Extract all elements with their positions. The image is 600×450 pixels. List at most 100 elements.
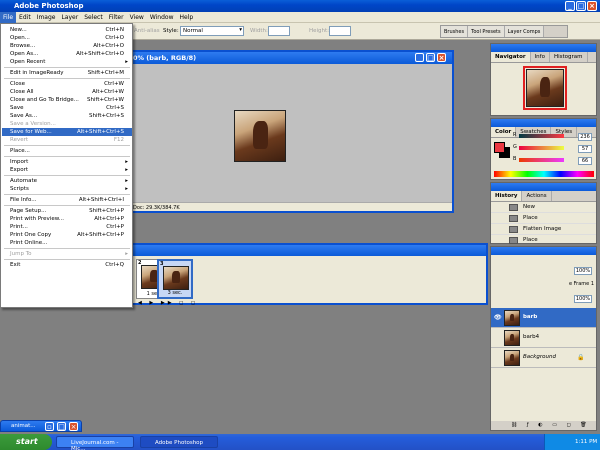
tab-layer-comps[interactable]: Layer Comps	[504, 26, 545, 37]
layer-thumbnail	[504, 310, 520, 326]
color-spectrum[interactable]	[494, 171, 594, 177]
style-select[interactable]: Normal ▾	[180, 26, 244, 36]
blue-value[interactable]: 66	[578, 157, 592, 165]
close-button[interactable]: ×	[69, 422, 78, 431]
menu-file[interactable]: File	[0, 12, 17, 23]
file-menu-item-export[interactable]: Export ▸	[2, 166, 132, 174]
antialias-label: Anti-alias	[134, 28, 160, 34]
blue-slider[interactable]	[519, 158, 564, 162]
file-menu-item-print-online[interactable]: Print Online...	[2, 239, 132, 247]
navigator-view-box[interactable]	[523, 66, 567, 110]
history-item[interactable]: Place	[491, 235, 596, 244]
file-menu-item-open-recent[interactable]: Open Recent ▸	[2, 58, 132, 66]
maximize-button[interactable]: □	[576, 1, 586, 11]
menu-shortcut: Ctrl+S	[106, 105, 124, 111]
file-menu-item-print[interactable]: Print... Ctrl+P	[2, 223, 132, 231]
navigator-panel: Navigator Info Histogram	[490, 43, 597, 116]
minimize-button[interactable]: _	[565, 1, 575, 11]
opacity-value[interactable]: 100%	[574, 267, 592, 275]
file-menu-item-print-one-copy[interactable]: Print One Copy Alt+Shift+Ctrl+P	[2, 231, 132, 239]
tab-tool-presets[interactable]: Tool Presets	[468, 26, 505, 37]
history-tabs: History Actions	[491, 191, 596, 202]
height-input[interactable]	[329, 26, 351, 36]
animation-frame-selected[interactable]: 3 3 sec.	[157, 259, 193, 299]
layer-row[interactable]: 👁 barb	[491, 308, 596, 328]
file-menu-item-jump-to[interactable]: Jump To ▸	[2, 250, 132, 258]
taskbar-item-photoshop[interactable]: Adobe Photoshop	[140, 436, 218, 448]
tab-navigator[interactable]: Navigator	[491, 52, 531, 62]
menu-shortcut: F12	[113, 137, 124, 143]
start-button[interactable]: start	[0, 434, 52, 450]
history-item[interactable]: Place	[491, 213, 596, 224]
file-menu-item-revert[interactable]: Revert F12	[2, 136, 132, 144]
foreground-color-swatch[interactable]	[494, 142, 505, 153]
file-menu-item-automate[interactable]: Automate ▸	[2, 177, 132, 185]
tab-history[interactable]: History	[491, 191, 523, 201]
file-menu-item-new[interactable]: New... Ctrl+N	[2, 26, 132, 34]
file-menu-item-open-as[interactable]: Open As... Alt+Shift+Ctrl+O	[2, 50, 132, 58]
tab-info[interactable]: Info	[531, 52, 550, 62]
history-item[interactable]: New	[491, 202, 596, 213]
taskbar: start LiveJournal.com - Mic... Adobe Pho…	[0, 434, 600, 450]
history-item[interactable]: Flatten Image	[491, 224, 596, 235]
menu-view[interactable]: View	[127, 12, 147, 23]
file-menu-item-scripts[interactable]: Scripts ▸	[2, 185, 132, 193]
menu-layer[interactable]: Layer	[58, 12, 81, 23]
red-value[interactable]: 236	[578, 133, 592, 141]
submenu-arrow-icon: ▸	[125, 59, 128, 65]
doc-maximize-button[interactable]: □	[426, 53, 435, 62]
doc-size: Doc: 29.3K/384.7K	[133, 205, 180, 211]
file-menu-item-close-and-go-to-bridge[interactable]: Close and Go To Bridge... Shift+Ctrl+W	[2, 96, 132, 104]
close-button[interactable]: ×	[587, 1, 597, 11]
clock: 1:11 PM	[575, 439, 598, 445]
menu-filter[interactable]: Filter	[106, 12, 127, 23]
submenu-arrow-icon: ▸	[125, 159, 128, 165]
file-menu-item-edit-in-imageready[interactable]: Edit in ImageReady Shift+Ctrl+M	[2, 69, 132, 77]
file-menu-item-save-as[interactable]: Save As... Shift+Ctrl+S	[2, 112, 132, 120]
menu-select[interactable]: Select	[81, 12, 106, 23]
green-slider[interactable]	[519, 146, 564, 150]
menu-help[interactable]: Help	[177, 12, 197, 23]
file-menu-item-save-a-version[interactable]: Save a Version...	[2, 120, 132, 128]
file-menu-item-import[interactable]: Import ▸	[2, 158, 132, 166]
menu-separator	[4, 67, 130, 68]
fill-value[interactable]: 100%	[574, 295, 592, 303]
menu-shortcut: Ctrl+Q	[105, 262, 124, 268]
document-title-bar: 0% (barb, RGB/8) _ □ ×	[130, 52, 452, 64]
tab-histogram[interactable]: Histogram	[550, 52, 588, 62]
frame-thumbnail	[163, 266, 189, 290]
panel-title-bar	[491, 119, 596, 127]
file-menu-item-close[interactable]: Close Ctrl+W	[2, 80, 132, 88]
green-value[interactable]: 57	[578, 145, 592, 153]
maximize-button[interactable]: □	[57, 422, 66, 431]
doc-close-button[interactable]: ×	[437, 53, 446, 62]
menu-image[interactable]: Image	[34, 12, 59, 23]
eye-icon[interactable]: 👁	[494, 314, 502, 321]
tab-brushes[interactable]: Brushes	[441, 26, 469, 37]
menu-window[interactable]: Window	[147, 12, 177, 23]
file-menu-item-exit[interactable]: Exit Ctrl+Q	[2, 261, 132, 269]
layer-row[interactable]: barb4	[491, 328, 596, 348]
file-menu-item-page-setup[interactable]: Page Setup... Shift+Ctrl+P	[2, 207, 132, 215]
menu-edit[interactable]: Edit	[16, 12, 34, 23]
file-menu-item-open[interactable]: Open... Ctrl+O	[2, 34, 132, 42]
width-input[interactable]	[268, 26, 290, 36]
file-menu-item-close-all[interactable]: Close All Alt+Ctrl+W	[2, 88, 132, 96]
file-menu-item-save-for-web[interactable]: Save for Web... Alt+Shift+Ctrl+S	[2, 128, 132, 136]
taskbar-item-livejournal[interactable]: LiveJournal.com - Mic...	[56, 436, 134, 450]
animation-controls[interactable]: ◀ ▶ ▶▶ ◻ ◻	[138, 300, 218, 306]
file-menu-item-file-info[interactable]: File Info... Alt+Shift+Ctrl+I	[2, 196, 132, 204]
file-menu-item-save[interactable]: Save Ctrl+S	[2, 104, 132, 112]
tab-actions[interactable]: Actions	[522, 191, 552, 201]
layers-toolbar[interactable]: ⛓ ƒ ◐ ▭ ◻ 🗑	[491, 421, 596, 430]
file-menu-item-print-with-preview[interactable]: Print with Preview... Alt+Ctrl+P	[2, 215, 132, 223]
file-menu-item-browse[interactable]: Browse... Alt+Ctrl+O	[2, 42, 132, 50]
doc-minimize-button[interactable]: _	[415, 53, 424, 62]
document-canvas[interactable]	[130, 64, 452, 202]
red-slider[interactable]	[519, 134, 564, 138]
restore-button[interactable]: ▫	[45, 422, 54, 431]
frame-delay[interactable]: 3 sec.	[159, 290, 191, 296]
file-menu-item-place[interactable]: Place...	[2, 147, 132, 155]
minimized-window-animation[interactable]: animat... ▫ □ ×	[0, 420, 82, 432]
layer-row[interactable]: Background 🔒	[491, 348, 596, 368]
